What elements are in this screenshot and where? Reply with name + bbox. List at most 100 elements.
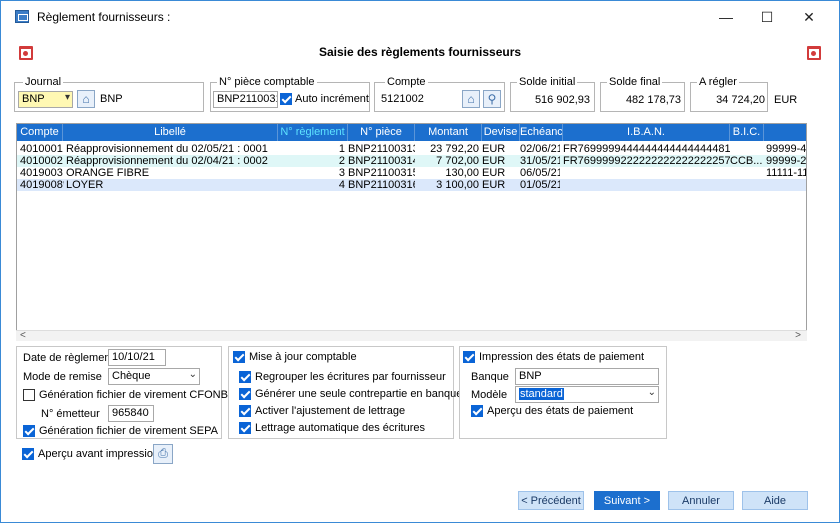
title-bar: Règlement fournisseurs : — ☐ ✕: [1, 1, 839, 33]
cell-piece: BNP21100314: [348, 155, 415, 167]
generer-label: Générer une seule contrepartie en banque: [255, 388, 463, 400]
payments-grid: Compte Libellé N° règlement N° pièce Mon…: [16, 123, 807, 341]
compte-label: Compte: [385, 76, 428, 88]
cell-echeance: 31/05/21: [520, 155, 560, 167]
cell-extra: [766, 179, 806, 191]
cell-montant: 3 100,00: [436, 179, 479, 191]
cell-extra: 99999-22222: [766, 155, 807, 167]
piece-label: N° pièce comptable: [217, 76, 317, 88]
maximize-button[interactable]: ☐: [752, 7, 782, 27]
auto-increment-checkbox[interactable]: [280, 93, 292, 105]
previous-button[interactable]: < Précédent: [518, 491, 584, 510]
apercu-impression-label: Aperçu avant impression: [38, 448, 160, 460]
window-title: Règlement fournisseurs :: [37, 10, 171, 24]
table-row[interactable]: 4019003 ORANGE FIBRE 3 BNP21100315 130,0…: [17, 167, 806, 179]
emetteur-input[interactable]: 965840: [108, 405, 154, 422]
cell-iban: [563, 179, 730, 191]
lettrage-label: Lettrage automatique des écritures: [255, 422, 425, 434]
cell-reglement: 1: [338, 143, 345, 155]
col-iban[interactable]: I.B.A.N.: [563, 124, 730, 141]
col-devise[interactable]: Devise: [482, 124, 520, 141]
cell-bic: [730, 167, 764, 179]
cfonb-checkbox[interactable]: [23, 389, 35, 401]
page-heading: Saisie des règlements fournisseurs: [318, 45, 522, 59]
cell-devise: EUR: [482, 167, 506, 179]
cell-piece: BNP21100316: [348, 179, 415, 191]
maj-comptable-checkbox[interactable]: [233, 351, 245, 363]
cell-compte: 4019003: [20, 167, 63, 179]
home-icon[interactable]: ⌂: [462, 90, 480, 108]
scroll-left-arrow[interactable]: <: [20, 330, 26, 341]
sepa-checkbox[interactable]: [23, 425, 35, 437]
apercu-etats-checkbox[interactable]: [471, 405, 483, 417]
impression-label: Impression des états de paiement: [479, 351, 645, 363]
regrouper-checkbox[interactable]: [239, 371, 251, 383]
help-button[interactable]: Aide: [742, 491, 808, 510]
col-libelle[interactable]: Libellé: [63, 124, 278, 141]
compte-value: 5121002: [381, 93, 424, 105]
cell-bic: CCB...: [730, 155, 763, 167]
table-row[interactable]: 4010001 Réapprovisionnement du 02/05/21 …: [17, 143, 806, 155]
modele-label: Modèle: [471, 389, 508, 401]
a-regler-currency: EUR: [774, 94, 798, 106]
cell-montant: 130,00: [445, 167, 479, 179]
impression-checkbox[interactable]: [463, 351, 475, 363]
cancel-button[interactable]: Annuler: [668, 491, 734, 510]
cell-libelle: ORANGE FIBRE: [66, 167, 150, 179]
printer-icon[interactable]: ⎙: [153, 444, 173, 464]
print-icon-right[interactable]: [807, 46, 821, 60]
table-row[interactable]: 4010002 Réapprovisionnement du 02/04/21 …: [17, 155, 806, 167]
ajustement-checkbox[interactable]: [239, 405, 251, 417]
col-extra[interactable]: [764, 124, 806, 141]
chevron-down-icon: ⌄: [188, 369, 197, 380]
lettrage-checkbox[interactable]: [239, 422, 251, 434]
cell-piece: BNP21100315: [348, 167, 415, 179]
journal-code: BNP: [22, 93, 45, 105]
minimize-button[interactable]: —: [711, 7, 741, 27]
scroll-right-arrow[interactable]: >: [795, 330, 801, 341]
col-compte[interactable]: Compte: [17, 124, 63, 141]
cell-iban: FR7699999222222222222222257: [563, 155, 730, 167]
cell-libelle: Réapprovisionnement du 02/05/21 : 0001: [66, 143, 268, 155]
home-icon[interactable]: ⌂: [77, 90, 95, 108]
cell-devise: EUR: [482, 155, 506, 167]
cell-bic: [730, 143, 764, 155]
col-reglement[interactable]: N° règlement: [278, 124, 348, 141]
generer-checkbox[interactable]: [239, 388, 251, 400]
date-label: Date de règlement: [23, 352, 114, 364]
chevron-down-icon: ▾: [64, 92, 70, 103]
cell-bic: [730, 179, 764, 191]
cell-extra: 99999-44444: [766, 143, 807, 155]
modele-combo[interactable]: standard ⌄: [515, 386, 659, 403]
a-regler-label: A régler: [697, 76, 739, 88]
cell-reglement: 4: [338, 179, 345, 191]
journal-label: Journal: [23, 76, 64, 88]
modele-value: standard: [519, 388, 564, 400]
table-row-selected[interactable]: 4019008* LOYER 4 BNP21100316 3 100,00 EU…: [17, 179, 806, 191]
horizontal-scrollbar[interactable]: < >: [16, 330, 807, 341]
apercu-impression-checkbox[interactable]: [22, 448, 34, 460]
mode-combo[interactable]: Chèque ⌄: [108, 368, 200, 385]
col-echeance[interactable]: Echéance: [520, 124, 563, 141]
cell-compte: 4010002: [20, 155, 63, 167]
search-icon[interactable]: ⚲: [483, 90, 501, 108]
auto-increment-label: Auto incrément: [295, 93, 369, 105]
date-input[interactable]: 10/10/21: [108, 349, 166, 366]
app-icon: [15, 10, 29, 23]
banque-label: Banque: [471, 371, 509, 383]
close-button[interactable]: ✕: [794, 7, 824, 27]
next-button[interactable]: Suivant >: [594, 491, 660, 510]
cell-libelle: LOYER: [66, 179, 104, 191]
cell-piece: BNP21100313: [348, 143, 415, 155]
piece-input[interactable]: BNP21100313: [213, 91, 278, 108]
banque-input[interactable]: BNP: [515, 368, 659, 385]
journal-combo[interactable]: BNP ▾: [18, 91, 73, 108]
payment-window: Règlement fournisseurs : — ☐ ✕ Saisie de…: [0, 0, 840, 523]
col-montant[interactable]: Montant: [415, 124, 482, 141]
cell-iban: FR7699999444444444444444481: [563, 143, 730, 155]
cell-reglement: 2: [338, 155, 345, 167]
apercu-etats-label: Aperçu des états de paiement: [487, 405, 634, 417]
col-bic[interactable]: B.I.C.: [730, 124, 764, 141]
ajustement-label: Activer l'ajustement de lettrage: [255, 405, 406, 417]
col-piece[interactable]: N° pièce: [348, 124, 415, 141]
